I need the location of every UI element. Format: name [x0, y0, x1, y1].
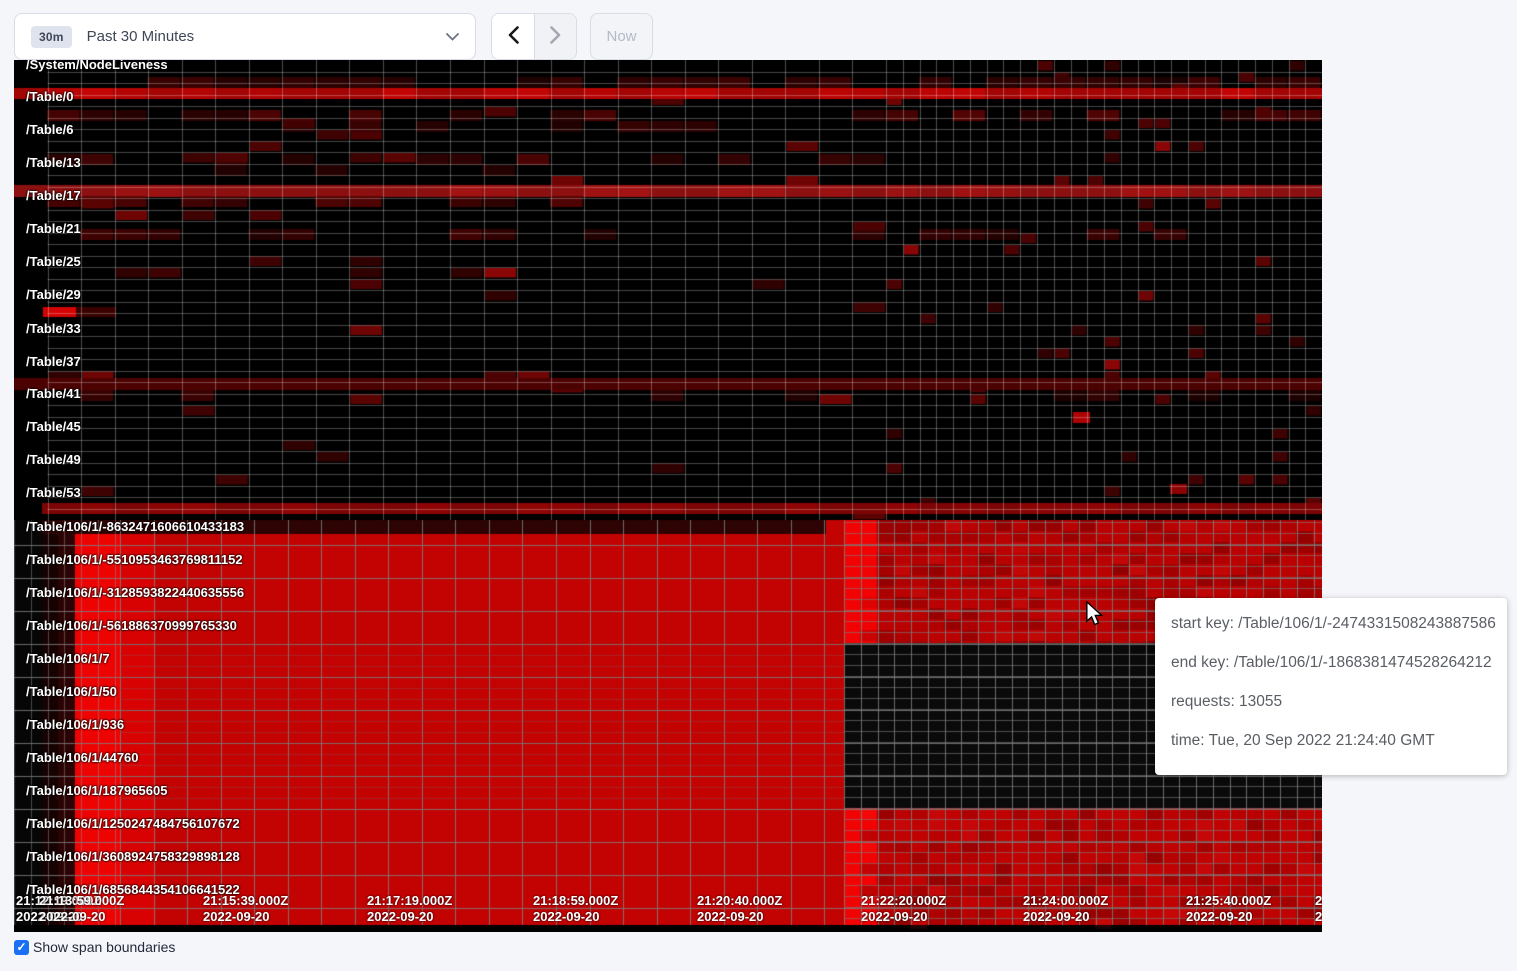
- tooltip-line: end key: /Table/106/1/-18683814745282642…: [1171, 654, 1491, 672]
- time-shift-button-group: [491, 13, 577, 60]
- chevron-down-icon: [446, 33, 459, 41]
- key-visualizer-page: { "toolbar": { "range_badge": "30m", "ra…: [0, 0, 1517, 971]
- chevron-left-icon: [508, 26, 519, 47]
- range-badge: 30m: [31, 26, 72, 48]
- checkbox-checked-icon[interactable]: ✓: [14, 940, 29, 955]
- tooltip-line: requests: 13055: [1171, 693, 1491, 711]
- checkbox-label: Show span boundaries: [33, 939, 175, 955]
- hover-tooltip: start key: /Table/106/1/-247433150824388…: [1155, 598, 1507, 775]
- chevron-right-icon: [550, 26, 561, 47]
- heatmap-area[interactable]: /System/NodeLiveness/Table/0/Table/6/Tab…: [14, 60, 1322, 932]
- tooltip-line: start key: /Table/106/1/-247433150824388…: [1171, 615, 1491, 633]
- key-visualizer: /System/NodeLiveness/Table/0/Table/6/Tab…: [14, 60, 1322, 932]
- show-span-boundaries-toggle[interactable]: ✓ Show span boundaries: [14, 939, 175, 955]
- tooltip-line: time: Tue, 20 Sep 2022 21:24:40 GMT: [1171, 732, 1491, 750]
- time-range-select[interactable]: 30m Past 30 Minutes: [14, 13, 476, 60]
- shift-back-button[interactable]: [492, 14, 534, 59]
- time-toolbar: 30m Past 30 Minutes Now: [14, 13, 653, 60]
- range-label: Past 30 Minutes: [87, 28, 195, 45]
- now-button[interactable]: Now: [590, 13, 653, 60]
- heatmap-canvas[interactable]: [14, 60, 1322, 932]
- shift-forward-button[interactable]: [534, 14, 576, 59]
